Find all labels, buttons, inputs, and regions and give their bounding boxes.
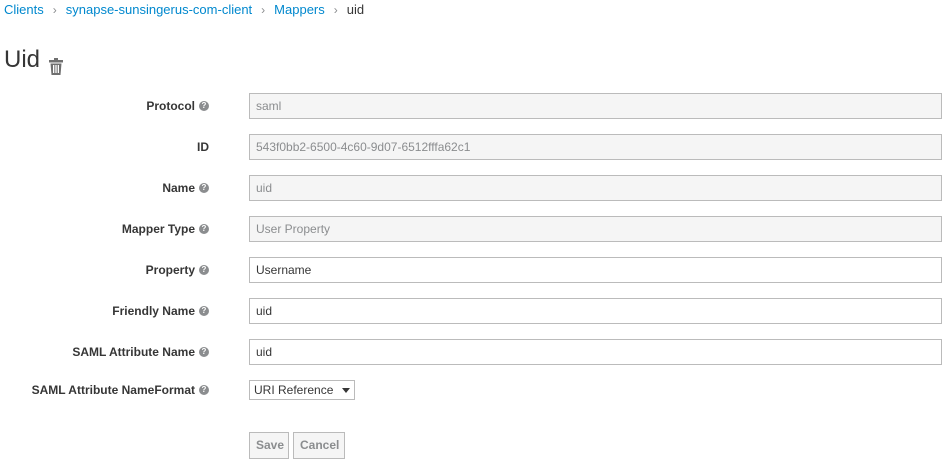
property-label: Property ? — [146, 257, 209, 283]
form-row-name: Name ? — [0, 175, 950, 201]
id-label-text: ID — [197, 140, 209, 154]
help-icon[interactable]: ? — [199, 347, 209, 357]
help-icon[interactable]: ? — [199, 224, 209, 234]
saml-attribute-nameformat-select[interactable]: URI Reference — [249, 380, 355, 400]
name-label: Name ? — [162, 175, 209, 201]
breadcrumb-current: uid — [346, 2, 365, 17]
mapper-type-label-text: Mapper Type — [121, 222, 195, 236]
id-label: ID — [197, 134, 209, 160]
property-label-text: Property — [145, 263, 195, 277]
mapper-type-field[interactable] — [249, 216, 942, 242]
breadcrumb-link-mappers[interactable]: Mappers — [274, 2, 325, 17]
page-title-container: Uid — [4, 44, 64, 76]
saml-attribute-name-label-text: SAML Attribute Name — [72, 345, 195, 359]
saml-attribute-name-field[interactable] — [249, 339, 942, 365]
form-row-mapper-type: Mapper Type ? — [0, 216, 950, 242]
name-label-text: Name — [162, 181, 195, 195]
form-row-property: Property ? — [0, 257, 950, 283]
protocol-field[interactable] — [249, 93, 942, 119]
breadcrumb-separator: › — [333, 3, 338, 17]
name-field[interactable] — [249, 175, 942, 201]
breadcrumb-separator: › — [52, 3, 57, 17]
saml-attribute-nameformat-label-text: SAML Attribute NameFormat — [31, 383, 195, 397]
mapper-type-label: Mapper Type ? — [122, 216, 209, 242]
cancel-button[interactable]: Cancel — [293, 432, 345, 459]
form-row-protocol: Protocol ? — [0, 93, 950, 119]
friendly-name-label-text: Friendly Name — [112, 304, 195, 318]
protocol-label: Protocol ? — [146, 93, 209, 119]
form-row-saml-attribute-nameformat: SAML Attribute NameFormat ? URI Referenc… — [0, 377, 950, 403]
saml-attribute-nameformat-label: SAML Attribute NameFormat ? — [32, 377, 209, 403]
breadcrumb-link-clients[interactable]: Clients — [4, 2, 44, 17]
help-icon[interactable]: ? — [199, 183, 209, 193]
page-title: Uid — [4, 46, 41, 73]
help-icon[interactable]: ? — [199, 385, 209, 395]
breadcrumb: Clients › synapse-sunsingerus-com-client › M… — [4, 2, 364, 18]
friendly-name-field[interactable] — [249, 298, 942, 324]
trash-icon[interactable] — [49, 52, 64, 75]
chevron-down-icon — [342, 387, 350, 393]
form-row-saml-attribute-name: SAML Attribute Name ? — [0, 339, 950, 365]
save-button[interactable]: Save — [249, 432, 289, 459]
help-icon[interactable]: ? — [199, 265, 209, 275]
property-field[interactable] — [249, 257, 942, 283]
protocol-label-text: Protocol — [146, 99, 195, 113]
friendly-name-label: Friendly Name ? — [112, 298, 209, 324]
saml-attribute-nameformat-selected: URI Reference — [254, 383, 334, 397]
form-row-friendly-name: Friendly Name ? — [0, 298, 950, 324]
form-row-id: ID — [0, 134, 950, 160]
saml-attribute-name-label: SAML Attribute Name ? — [72, 339, 209, 365]
help-icon[interactable]: ? — [199, 101, 209, 111]
breadcrumb-link-client[interactable]: synapse-sunsingerus-com-client — [66, 2, 252, 17]
breadcrumb-separator: › — [261, 3, 266, 17]
id-field[interactable] — [249, 134, 942, 160]
help-icon[interactable]: ? — [199, 306, 209, 316]
